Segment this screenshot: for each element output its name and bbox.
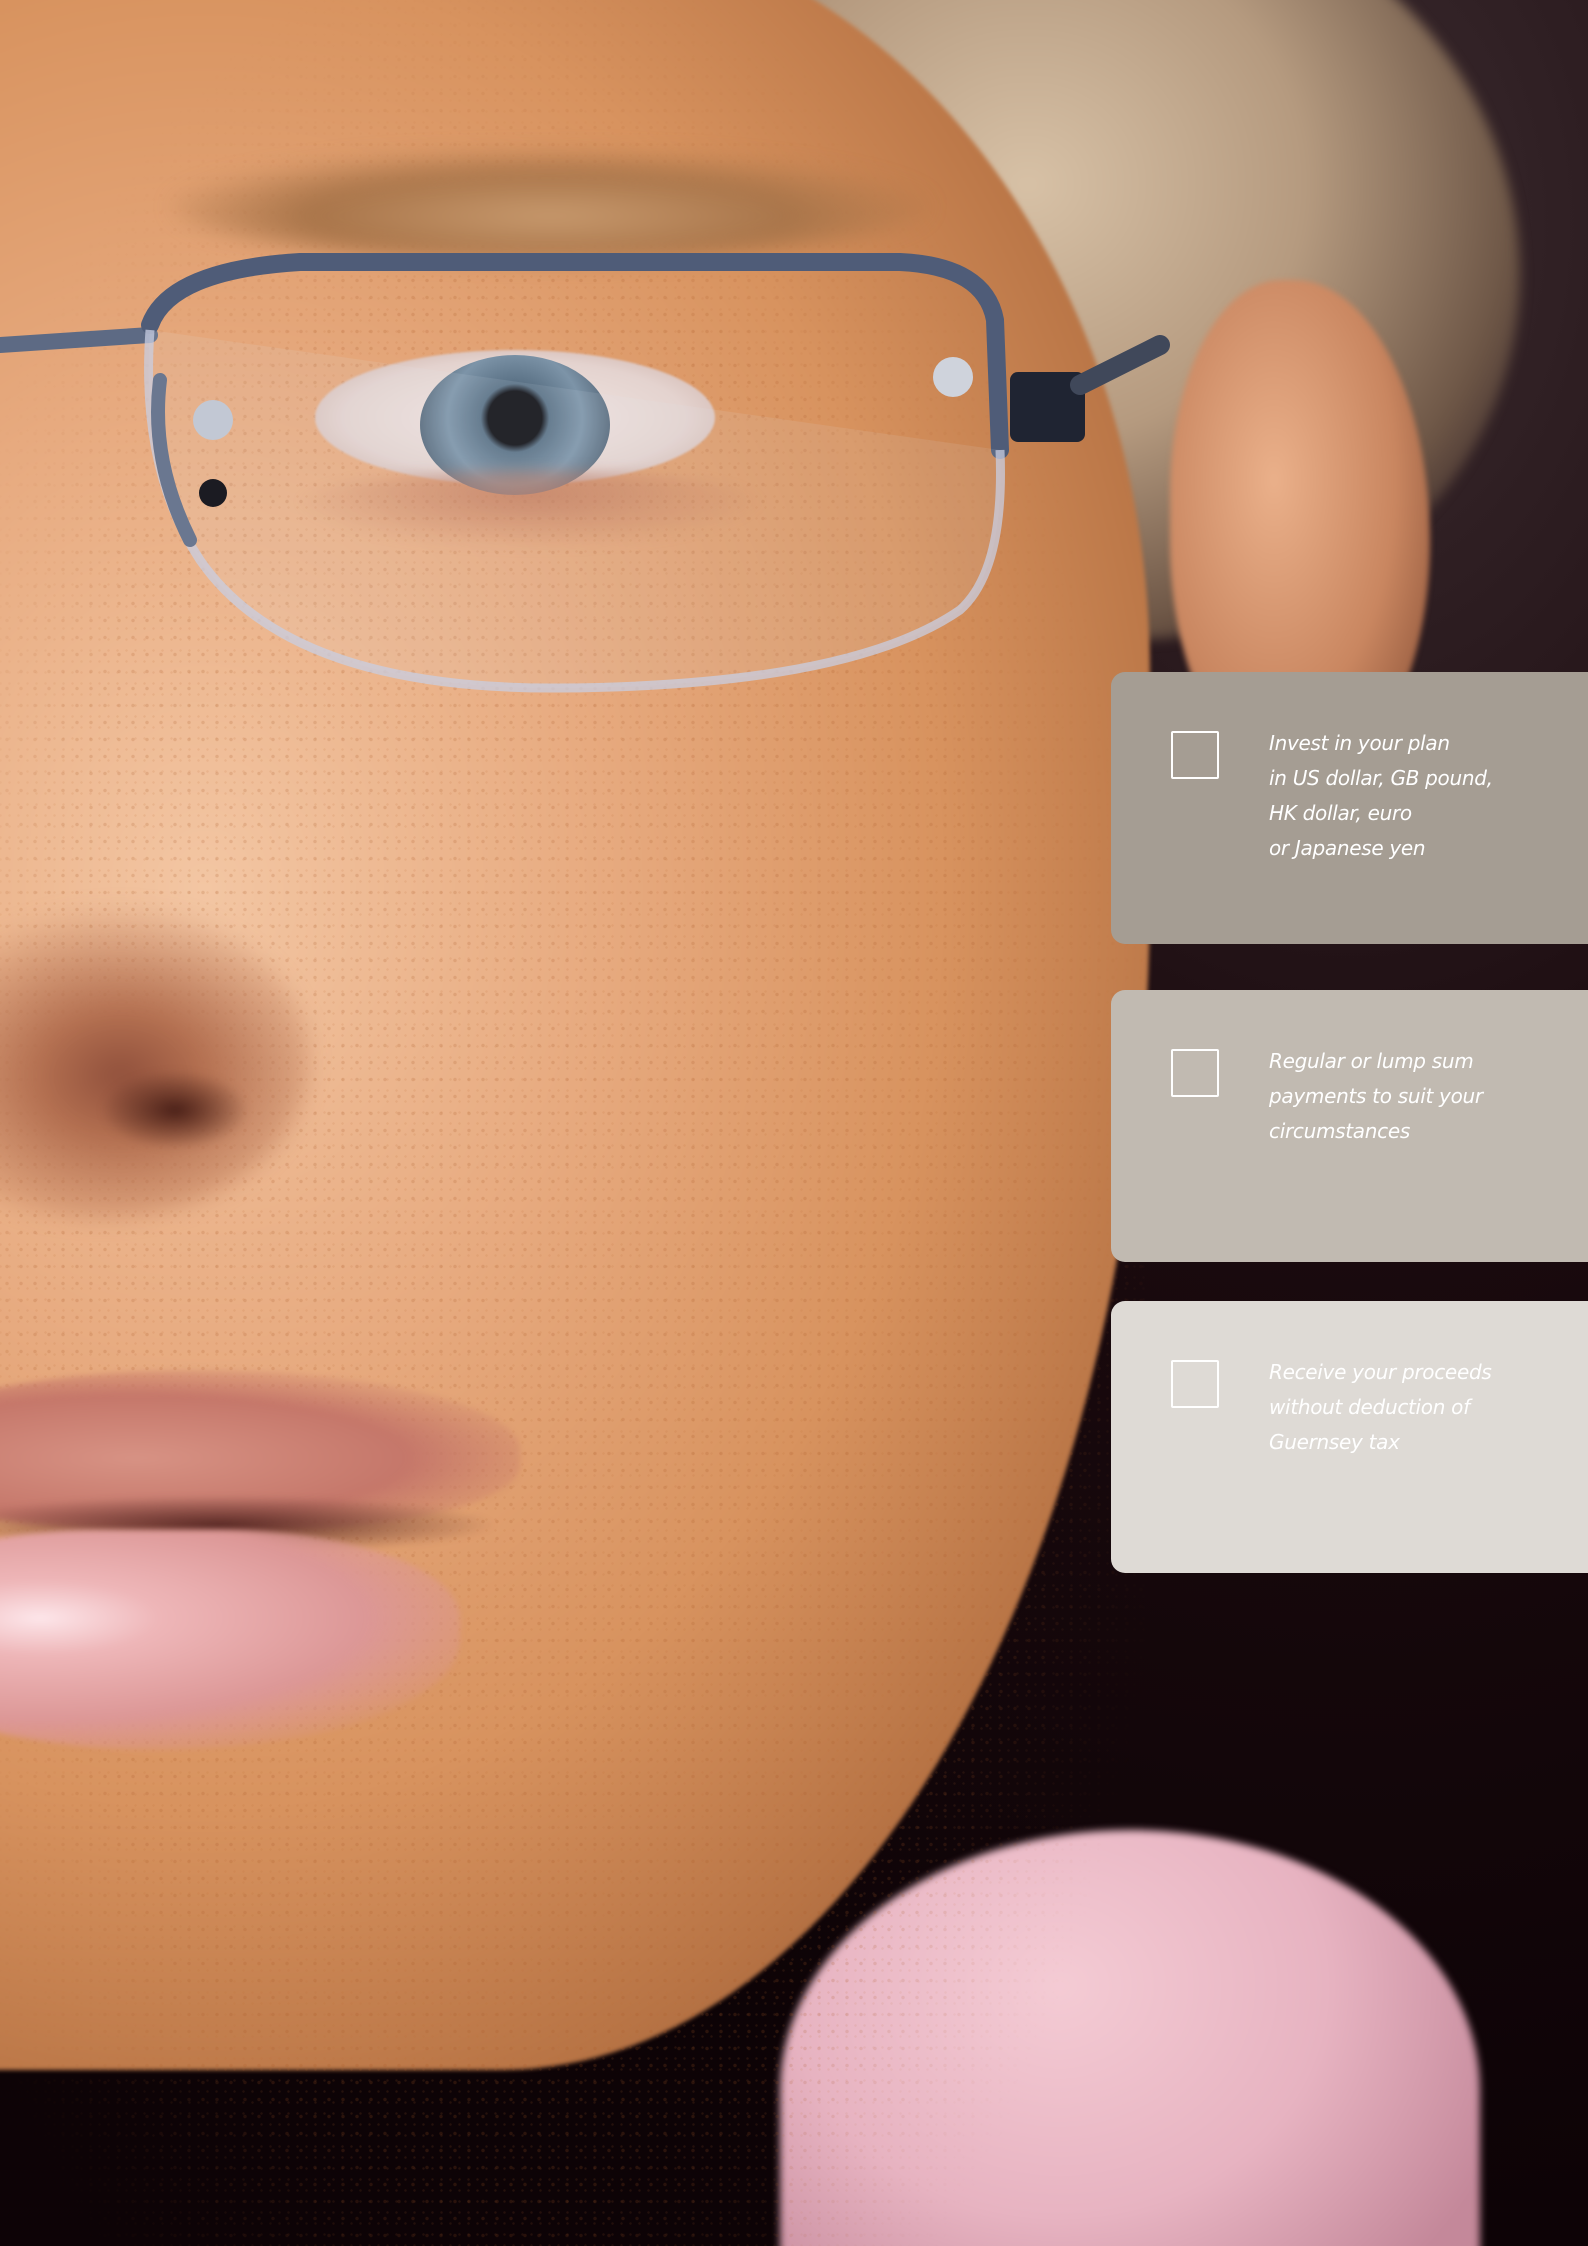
nostril <box>100 1070 250 1150</box>
feature-text-line: payments to suit your <box>1269 1084 1483 1108</box>
feature-text-line: Receive your proceeds <box>1269 1360 1492 1384</box>
feature-text-line: HK dollar, euro <box>1269 801 1412 825</box>
feature-text-line: or Japanese yen <box>1269 836 1426 860</box>
feature-text-line: without deduction of <box>1269 1395 1470 1419</box>
feature-text-line: Invest in your plan <box>1269 731 1450 755</box>
feature-card-currency: Invest in your plan in US dollar, GB pou… <box>1111 672 1588 944</box>
feature-checkbox[interactable] <box>1171 731 1219 779</box>
feature-text: Invest in your plan in US dollar, GB pou… <box>1269 726 1588 866</box>
feature-text: Receive your proceeds without deduction … <box>1269 1355 1588 1460</box>
glasses <box>0 253 1170 693</box>
brochure-page: Invest in your plan in US dollar, GB pou… <box>0 0 1588 2246</box>
feature-checkbox[interactable] <box>1171 1360 1219 1408</box>
feature-card-payments: Regular or lump sum payments to suit you… <box>1111 990 1588 1262</box>
feature-checkbox[interactable] <box>1171 1049 1219 1097</box>
feature-text-line: Regular or lump sum <box>1269 1049 1474 1073</box>
feature-text-line: circumstances <box>1269 1119 1410 1143</box>
feature-text: Regular or lump sum payments to suit you… <box>1269 1044 1588 1149</box>
feature-text-line: in US dollar, GB pound, <box>1269 766 1493 790</box>
feature-card-tax: Receive your proceeds without deduction … <box>1111 1301 1588 1573</box>
feature-text-line: Guernsey tax <box>1269 1430 1400 1454</box>
